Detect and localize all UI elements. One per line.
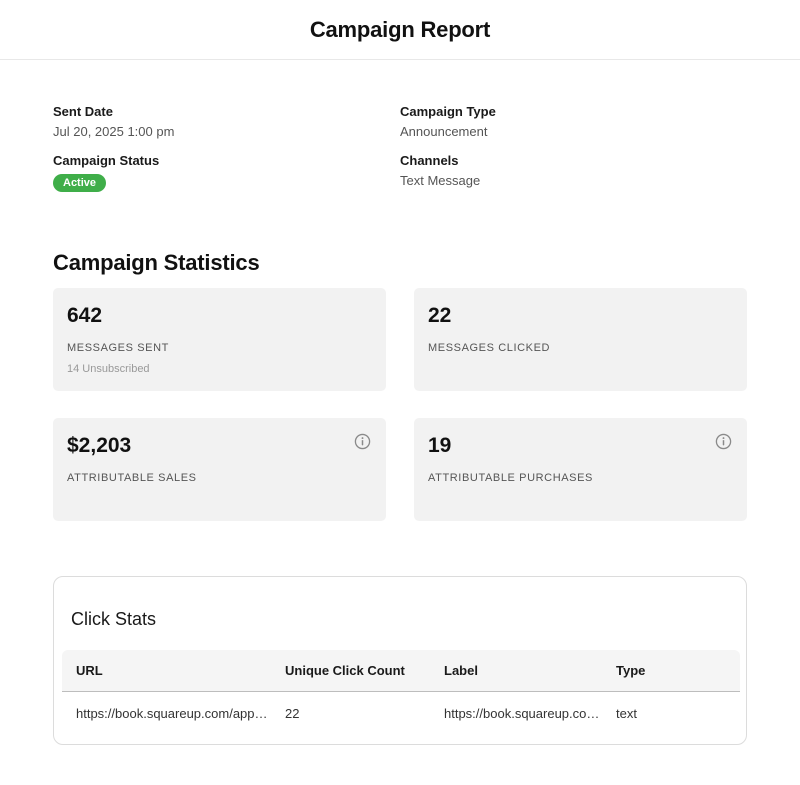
cell-unique-click-count: 22 [285,705,300,721]
stat-card-attributable-sales: $2,203 ATTRIBUTABLE SALES [53,418,386,521]
cell-type: text [616,705,637,721]
stat-value: 22 [428,304,452,327]
statistics-title: Campaign Statistics [53,250,260,275]
click-stats-panel: Click Stats URL Unique Click Count Label… [53,576,747,745]
channels-field: Channels Text Message [400,153,747,192]
stat-label: MESSAGES SENT [67,342,169,354]
stat-card-messages-sent: 642 MESSAGES SENT 14 Unsubscribed [53,288,386,391]
campaign-status-label: Campaign Status [53,153,160,168]
stat-label: ATTRIBUTABLE SALES [67,472,197,484]
status-badge: Active [53,174,107,192]
stat-value: 642 [67,304,103,327]
column-header-url[interactable]: URL [62,663,271,678]
cell-url[interactable]: https://book.squareup.com/appoi... [62,706,271,721]
channels-value: Text Message [400,173,481,188]
click-stats-title: Click Stats [71,609,157,629]
campaign-type-label: Campaign Type [400,104,496,119]
table-row[interactable]: https://book.squareup.com/appoi... 22 ht… [62,692,740,734]
stat-subtext: 14 Unsubscribed [67,363,150,375]
info-icon[interactable] [354,433,371,450]
campaign-type-field: Campaign Type Announcement [400,104,747,139]
column-header-label[interactable]: Label [430,663,602,678]
page-title: Campaign Report [309,16,491,42]
column-header-unique-click-count[interactable]: Unique Click Count [271,663,430,678]
table-header-row: URL Unique Click Count Label Type [62,650,740,692]
sent-date-field: Sent Date Jul 20, 2025 1:00 pm [53,104,400,139]
stat-value: $2,203 [67,434,132,457]
campaign-status-field: Campaign Status Active [53,153,400,192]
info-icon[interactable] [715,433,732,450]
campaign-details: Sent Date Jul 20, 2025 1:00 pm Campaign … [53,104,753,192]
campaign-type-value: Announcement [400,124,488,139]
column-header-type[interactable]: Type [602,663,740,678]
header-bar: Campaign Report [0,0,800,60]
stat-label: ATTRIBUTABLE PURCHASES [428,472,593,484]
stat-label: MESSAGES CLICKED [428,342,551,354]
stat-card-attributable-purchases: 19 ATTRIBUTABLE PURCHASES [414,418,747,521]
click-stats-table: URL Unique Click Count Label Type https:… [62,650,740,734]
stat-value: 19 [428,434,452,457]
stat-card-messages-clicked: 22 MESSAGES CLICKED [414,288,747,391]
cell-label: https://book.squareup.com... [444,705,602,721]
sent-date-value: Jul 20, 2025 1:00 pm [53,124,175,139]
channels-label: Channels [400,153,459,168]
sent-date-label: Sent Date [53,104,113,119]
